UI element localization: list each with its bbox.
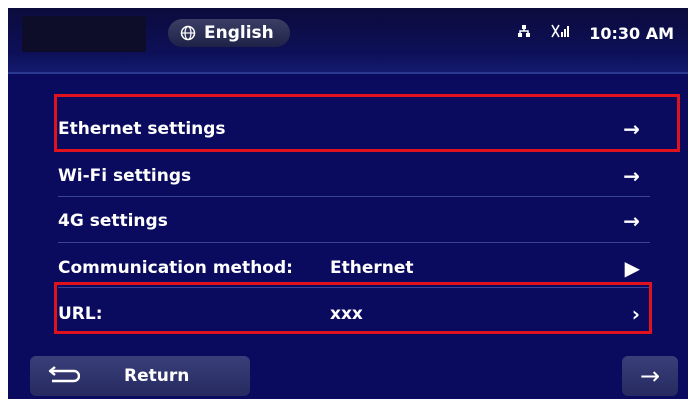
chevron-right-icon: ›	[631, 302, 640, 326]
next-button[interactable]: →	[622, 356, 678, 396]
divider	[58, 287, 650, 288]
status-bar: English 10:30 AM	[8, 8, 688, 74]
url-value: xxx	[330, 304, 363, 324]
arrow-right-icon: →	[623, 209, 640, 233]
arrow-right-icon: →	[623, 164, 640, 188]
status-icons: 10:30 AM	[517, 18, 674, 48]
menu-item-label: Ethernet settings	[58, 119, 226, 139]
menu-item-4g-settings[interactable]: 4G settings →	[58, 202, 648, 240]
return-label: Return	[124, 366, 190, 386]
communication-method-value: Ethernet	[330, 258, 414, 278]
settings-screen: English 10:30 AM Ethernet settings → Wi-…	[8, 8, 688, 399]
clock-time: 10:30 AM	[589, 23, 674, 43]
menu-item-wifi-settings[interactable]: Wi-Fi settings →	[58, 157, 648, 195]
logo	[22, 16, 146, 52]
menu-item-label: Communication method:	[58, 258, 293, 278]
menu-item-label: URL:	[58, 304, 103, 324]
language-label: English	[204, 23, 274, 43]
network-icon	[517, 24, 531, 42]
globe-icon	[180, 25, 196, 41]
menu-item-label: Wi-Fi settings	[58, 166, 192, 186]
menu-item-ethernet-settings[interactable]: Ethernet settings →	[58, 110, 648, 148]
arrow-right-icon: →	[639, 362, 661, 390]
no-signal-icon	[551, 24, 570, 42]
play-triangle-icon: ▶	[624, 256, 640, 280]
arrow-right-icon: →	[623, 117, 640, 141]
return-button[interactable]: Return	[30, 356, 250, 396]
language-selector[interactable]: English	[168, 19, 290, 47]
divider	[58, 242, 650, 243]
menu-item-communication-method[interactable]: Communication method: Ethernet ▶	[58, 249, 648, 287]
divider	[58, 151, 650, 152]
divider	[58, 196, 650, 197]
return-arrow-icon	[48, 364, 82, 389]
menu-item-url[interactable]: URL: xxx ›	[58, 295, 648, 333]
menu-item-label: 4G settings	[58, 211, 168, 231]
